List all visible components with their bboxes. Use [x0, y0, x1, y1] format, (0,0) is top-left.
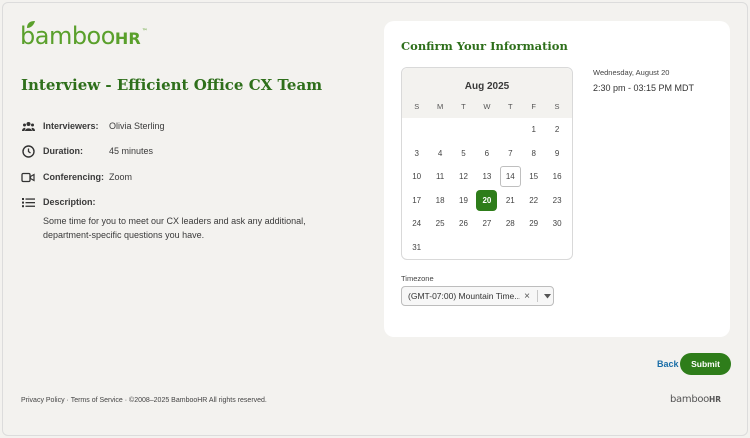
footer-logo-word: bamboo — [670, 394, 710, 405]
calendar-day-selected[interactable]: 20 — [476, 189, 498, 211]
confirm-title: Confirm Your Information — [401, 39, 568, 53]
calendar-month: Aug 2025 — [464, 81, 510, 92]
calendar-day[interactable]: 24 — [406, 213, 427, 234]
calendar-day[interactable]: 21 — [500, 190, 521, 211]
duration-row: Duration: 45 minutes — [21, 144, 153, 158]
calendar-day[interactable]: 25 — [430, 213, 451, 234]
people-icon — [21, 119, 35, 133]
duration-label: Duration: — [43, 146, 83, 156]
calendar-day[interactable]: 22 — [523, 190, 544, 211]
privacy-policy-link[interactable]: Privacy Policy — [21, 397, 65, 404]
weekday-label: M — [436, 102, 444, 111]
event-title: Interview - Efficient Office CX Team — [21, 76, 323, 94]
leaf-icon — [27, 21, 35, 28]
selected-date: Wednesday, August 20 — [593, 68, 670, 77]
weekday-label: T — [461, 102, 466, 111]
footer-logo-hr: HR — [709, 395, 722, 404]
weekday-label: S — [414, 102, 420, 111]
calendar-day[interactable]: 13 — [476, 166, 497, 187]
calendar-day[interactable]: 6 — [476, 143, 497, 164]
calendar-day[interactable]: 7 — [500, 143, 521, 164]
terms-of-service-link[interactable]: Terms of Service — [71, 397, 123, 404]
close-icon[interactable]: × — [520, 291, 534, 302]
calendar-day[interactable]: 1 — [523, 119, 544, 140]
back-link[interactable]: Back — [657, 359, 679, 369]
footer-logo: bamboo HR — [670, 394, 721, 405]
interviewers-value: Olivia Sterling — [109, 121, 165, 131]
footer-copyright: · ©2008–2025 BambooHR All rights reserve… — [122, 397, 267, 404]
calendar-day[interactable]: 2 — [547, 119, 568, 140]
calendar-day[interactable]: 31 — [406, 237, 427, 258]
interviewers-row: Interviewers: Olivia Sterling — [21, 119, 165, 133]
video-icon — [21, 170, 35, 184]
calendar-day[interactable]: 28 — [500, 213, 521, 234]
calendar-day[interactable]: 12 — [453, 166, 474, 187]
calendar-day[interactable]: 27 — [476, 213, 497, 234]
calendar-day[interactable]: 30 — [547, 213, 568, 234]
logo-hr: HR — [114, 29, 141, 48]
calendar-day[interactable]: 9 — [547, 143, 568, 164]
description-text: Some time for you to meet our CX leaders… — [43, 216, 306, 240]
confirm-card: Confirm Your Information Aug 2025 S M T … — [384, 21, 730, 337]
calendar-header: Aug 2025 S M T W T F S — [402, 68, 572, 118]
calendar-day[interactable]: 8 — [523, 143, 544, 164]
weekday-label: W — [483, 102, 491, 111]
conferencing-value: Zoom — [109, 172, 133, 182]
timezone-value: (GMT-07:00) Mountain Time... — [408, 291, 520, 301]
timezone-select[interactable]: (GMT-07:00) Mountain Time... × — [401, 286, 554, 306]
calendar-day[interactable]: 16 — [547, 166, 568, 187]
date-picker-calendar: Aug 2025 S M T W T F S 1 2 3 4 5 6 7 8 9 10 11 12 13… — [401, 67, 573, 260]
calendar-day[interactable]: 14 — [499, 166, 521, 187]
selected-time: 2:30 pm - 03:15 PM MDT — [593, 83, 695, 93]
chevron-down-icon[interactable] — [541, 293, 553, 299]
bamboohr-logo: bamboo HR ™ — [20, 21, 148, 48]
calendar-day[interactable]: 4 — [430, 143, 451, 164]
calendar-day[interactable]: 29 — [523, 213, 544, 234]
weekday-label: S — [554, 102, 560, 111]
timezone-label: Timezone — [401, 274, 434, 283]
conferencing-label: Conferencing: — [43, 172, 105, 182]
calendar-day[interactable]: 18 — [430, 190, 451, 211]
calendar-day[interactable]: 26 — [453, 213, 474, 234]
select-divider — [537, 290, 538, 302]
calendar-day[interactable]: 17 — [406, 190, 427, 211]
duration-value: 45 minutes — [109, 146, 154, 156]
footer: Privacy Policy · Terms of Service · ©200… — [21, 397, 267, 404]
list-icon — [21, 195, 35, 209]
conferencing-row: Conferencing: Zoom — [21, 170, 132, 184]
calendar-day[interactable]: 23 — [547, 190, 568, 211]
calendar-day[interactable]: 19 — [453, 190, 474, 211]
calendar-day[interactable]: 3 — [406, 143, 427, 164]
calendar-day[interactable]: 5 — [453, 143, 474, 164]
calendar-day[interactable]: 10 — [406, 166, 427, 187]
description-row: Description: — [21, 195, 109, 209]
interviewers-label: Interviewers: — [43, 121, 99, 131]
logo-trademark: ™ — [141, 28, 148, 35]
weekday-label: T — [507, 102, 513, 111]
calendar-day[interactable]: 11 — [430, 166, 451, 187]
submit-button[interactable]: Submit — [680, 353, 731, 375]
calendar-day[interactable]: 15 — [523, 166, 544, 187]
weekday-label: F — [531, 102, 536, 111]
weekday-row: S M T W T F S — [405, 102, 569, 111]
description-label: Description: — [43, 197, 96, 207]
clock-icon — [21, 144, 35, 158]
